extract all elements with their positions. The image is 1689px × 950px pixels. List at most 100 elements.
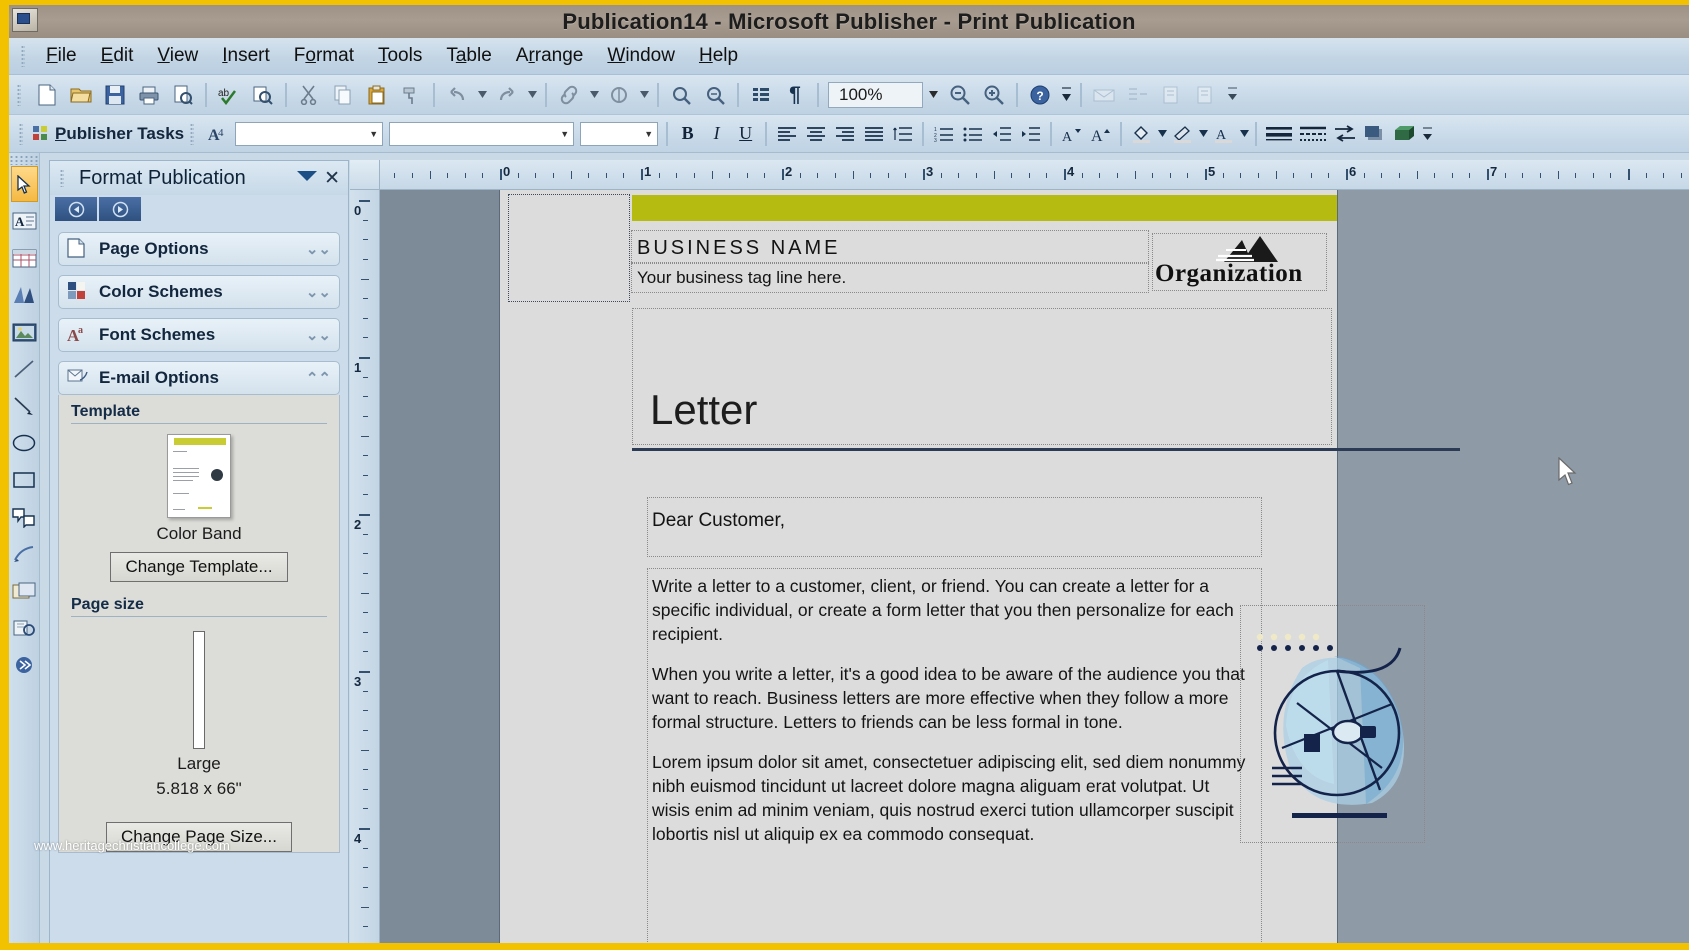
font-combo[interactable]: ▼	[389, 121, 575, 146]
business-name-text[interactable]: BUSINESS NAME	[634, 233, 1148, 263]
print-icon[interactable]	[134, 80, 164, 110]
horizontal-ruler[interactable]: 0 1 2 3 4 5 6 7	[380, 160, 1689, 190]
research-icon[interactable]	[248, 80, 278, 110]
paste-icon[interactable]	[362, 80, 392, 110]
decrease-font-size-button[interactable]: A	[1057, 120, 1086, 148]
insert-hyperlink-icon[interactable]	[554, 80, 584, 110]
menu-view[interactable]: View	[145, 43, 210, 69]
print-preview-icon[interactable]	[168, 80, 198, 110]
objects-toolbar-grip[interactable]	[9, 155, 39, 165]
expand-toolbar-tool[interactable]	[11, 647, 38, 683]
design-checker-tool[interactable]	[11, 610, 38, 646]
save-icon[interactable]	[100, 80, 130, 110]
toolbar-overflow-icon[interactable]	[1059, 80, 1073, 110]
font-color-dropdown-icon[interactable]	[1238, 120, 1250, 148]
font-size-combo[interactable]: ▼	[580, 121, 659, 146]
hyperlink-dropdown-icon[interactable]	[588, 80, 600, 110]
increase-font-size-button[interactable]: A	[1086, 120, 1115, 148]
oval-tool[interactable]	[11, 425, 38, 461]
menu-format[interactable]: Format	[282, 43, 366, 69]
fill-color-dropdown-icon[interactable]	[1156, 120, 1168, 148]
close-icon[interactable]: ✕	[324, 167, 340, 190]
menu-help[interactable]: Help	[687, 43, 750, 69]
design-gallery-tool[interactable]	[11, 536, 38, 572]
section-font-schemes[interactable]: Aa Font Schemes ⌄⌄	[58, 318, 340, 352]
line-color-button[interactable]	[1168, 120, 1197, 148]
special-characters-icon[interactable]: ¶	[780, 80, 810, 110]
insert-table-tool[interactable]	[11, 240, 38, 276]
undo-icon[interactable]	[442, 80, 472, 110]
line-tool[interactable]	[11, 351, 38, 387]
template-thumbnail-wrap[interactable]: Color Band	[71, 428, 327, 546]
font-group-grip[interactable]	[190, 122, 195, 145]
section-email-options[interactable]: E-mail Options ⌃⌃	[58, 361, 340, 395]
zoom-dropdown-icon[interactable]	[923, 82, 943, 108]
dash-style-button[interactable]	[1296, 120, 1330, 148]
zoom-input[interactable]: 100%	[828, 81, 923, 108]
bold-button[interactable]: B	[673, 120, 702, 148]
menu-grip[interactable]	[21, 45, 25, 67]
design-checker-icon[interactable]	[604, 80, 634, 110]
help-icon[interactable]: ?	[1025, 80, 1055, 110]
arrow-tool[interactable]	[11, 388, 38, 424]
wordart-tool[interactable]	[11, 277, 38, 313]
font-color-button[interactable]: A	[1209, 120, 1238, 148]
menu-window[interactable]: Window	[595, 43, 687, 69]
template-thumbnail[interactable]	[167, 434, 231, 518]
section-color-schemes[interactable]: Color Schemes ⌄⌄	[58, 275, 340, 309]
rectangle-tool[interactable]	[11, 462, 38, 498]
merge-overflow-icon[interactable]	[1225, 80, 1239, 110]
style-combo[interactable]: ▼	[235, 121, 384, 146]
open-icon[interactable]	[66, 80, 96, 110]
body-text[interactable]: Write a letter to a customer, client, or…	[652, 575, 1252, 863]
zoom-out-icon[interactable]	[945, 80, 975, 110]
copy-icon[interactable]	[328, 80, 358, 110]
merge-finish-icon[interactable]	[1191, 80, 1221, 110]
change-template-button[interactable]: Change Template...	[110, 552, 288, 582]
back-button[interactable]	[55, 197, 97, 221]
increase-indent-button[interactable]	[1016, 120, 1045, 148]
vertical-ruler[interactable]: 0 1 2 3 4	[350, 190, 380, 943]
bulleted-list-button[interactable]	[958, 120, 987, 148]
select-objects-tool[interactable]	[10, 166, 38, 202]
tag-line-text[interactable]: Your business tag line here.	[634, 264, 1148, 291]
redo-icon[interactable]	[492, 80, 522, 110]
publisher-tasks-button[interactable]: Publisher Tasks	[32, 124, 184, 144]
menu-arrange[interactable]: Arrange	[504, 43, 596, 69]
format-painter-icon[interactable]	[396, 80, 426, 110]
text-box-tool[interactable]: A	[11, 203, 38, 239]
redo-dropdown-icon[interactable]	[526, 80, 538, 110]
document-canvas[interactable]: BUSINESS NAME Your business tag line her…	[380, 190, 1689, 943]
line-color-dropdown-icon[interactable]	[1197, 120, 1209, 148]
chevron-up-icon[interactable]: ⌃⌃	[306, 369, 331, 387]
italic-button[interactable]: I	[702, 120, 731, 148]
merge-step-icon[interactable]	[1123, 80, 1153, 110]
menu-edit[interactable]: Edit	[89, 43, 146, 69]
styles-icon[interactable]: A4	[203, 120, 232, 148]
formatting-overflow-icon[interactable]	[1420, 120, 1434, 148]
line-style-button[interactable]	[1262, 120, 1296, 148]
task-pane-grip[interactable]	[60, 169, 64, 187]
decrease-indent-button[interactable]	[987, 120, 1016, 148]
undo-dropdown-icon[interactable]	[476, 80, 488, 110]
cut-icon[interactable]	[294, 80, 324, 110]
chevron-down-icon[interactable]	[296, 169, 318, 188]
spelling-icon[interactable]: ab	[214, 80, 244, 110]
section-page-options[interactable]: Page Options ⌄⌄	[58, 232, 340, 266]
find-icon[interactable]	[666, 80, 696, 110]
letter-heading[interactable]: Letter	[650, 386, 757, 434]
align-right-button[interactable]	[830, 120, 859, 148]
menu-insert[interactable]: Insert	[210, 43, 282, 69]
item-from-content-library-tool[interactable]	[11, 573, 38, 609]
zoom-in-icon[interactable]	[979, 80, 1009, 110]
justify-button[interactable]	[859, 120, 888, 148]
numbered-list-button[interactable]: 123	[929, 120, 958, 148]
satellite-dish-clipart[interactable]	[1242, 608, 1422, 833]
menu-table[interactable]: Table	[434, 43, 503, 69]
new-icon[interactable]	[32, 80, 62, 110]
align-left-button[interactable]	[772, 120, 801, 148]
menu-file[interactable]: File	[34, 43, 89, 69]
ruler-corner[interactable]	[350, 160, 380, 190]
standard-toolbar-grip[interactable]	[17, 83, 21, 106]
merge-preview-icon[interactable]	[1157, 80, 1187, 110]
